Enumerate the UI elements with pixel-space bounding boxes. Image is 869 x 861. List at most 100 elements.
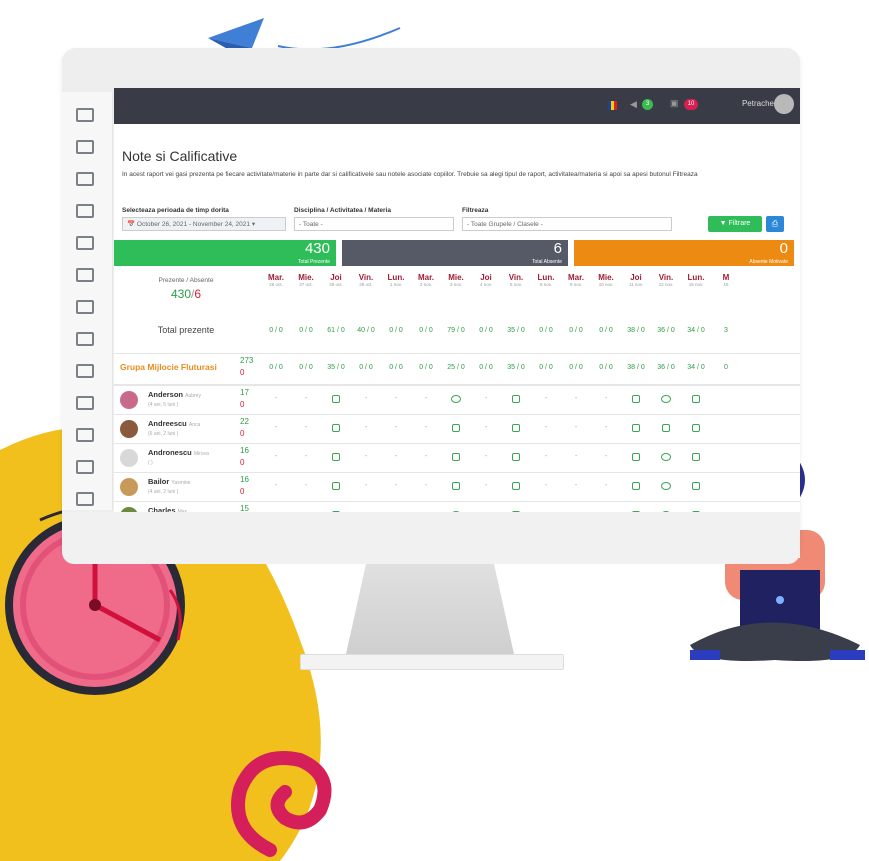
payment-card-icon[interactable] — [76, 268, 94, 282]
total-cell: 0 / 0 — [419, 327, 433, 334]
total-cell: 61 / 0 — [327, 327, 345, 334]
day-name: Vin. — [358, 273, 374, 282]
discipline-select[interactable]: - Toate - — [294, 217, 454, 231]
notification-badge[interactable]: 3 — [642, 99, 653, 110]
group-cell: 0 — [724, 364, 728, 371]
users-icon[interactable] — [76, 172, 94, 186]
grade-leaf-icon[interactable] — [622, 424, 650, 434]
grade-leaf-icon[interactable] — [322, 453, 350, 463]
total-cell: 0 / 0 — [269, 327, 283, 334]
pie-chart-icon[interactable] — [76, 396, 94, 410]
student-name[interactable]: Bailor Yasmine — [148, 477, 190, 486]
student-photo — [120, 449, 138, 467]
student-age: (4 ani, 5 luni ) — [148, 402, 179, 408]
chat-icon[interactable] — [76, 140, 94, 154]
student-absent: 0 — [240, 429, 245, 438]
report-icon[interactable] — [76, 332, 94, 346]
child-icon[interactable] — [76, 236, 94, 250]
filter-button[interactable]: ▼ Filtrare — [708, 216, 762, 232]
student-name[interactable]: Andronescu Mircea — [148, 448, 209, 457]
total-cell: 0 / 0 — [389, 327, 403, 334]
student-row[interactable]: Andronescu Mircea ( ) 16 0 - - - - - - - - - — [114, 443, 800, 473]
grade-leaf-icon[interactable] — [442, 453, 470, 463]
grade-leaf-icon[interactable] — [622, 453, 650, 463]
day-date: 3 nov. — [450, 282, 462, 287]
calendar-check-icon[interactable] — [76, 492, 94, 506]
grade-smile-icon[interactable] — [652, 453, 680, 463]
total-cell: 35 / 0 — [507, 327, 525, 334]
day-date: 27 oct. — [299, 282, 313, 287]
user-name[interactable]: Petrache — [742, 99, 774, 108]
day-header: Mie. 3 nov. — [442, 273, 470, 287]
student-row[interactable]: Andreescu Anca (6 ani, 2 luni ) 22 0 - - - - - - -… — [114, 414, 800, 444]
grade-leaf-icon[interactable] — [502, 482, 530, 492]
grade-leaf-icon[interactable] — [322, 424, 350, 434]
total-cell: 34 / 0 — [687, 327, 705, 334]
period-value: October 26, 2021 - November 24, 2021 — [136, 221, 251, 228]
grade-leaf-icon[interactable] — [442, 482, 470, 492]
stat-label: Total Prezente — [298, 259, 330, 265]
student-row[interactable]: Bailor Yasmine (4 ani, 2 luni ) 16 0 - - - - - - -… — [114, 472, 800, 502]
grade-leaf-icon[interactable] — [502, 424, 530, 434]
folder-icon[interactable] — [76, 460, 94, 474]
page-description: In acest raport vei gasi prezenta pe fie… — [122, 171, 698, 178]
grade-leaf-icon[interactable] — [652, 424, 680, 434]
empty-cell: - — [484, 482, 488, 489]
print-icon[interactable]: ⎙ — [766, 216, 784, 232]
grade-leaf-icon[interactable] — [682, 424, 710, 434]
day-date: 15 nov. — [688, 282, 704, 287]
user-avatar[interactable] — [774, 94, 794, 114]
period-picker[interactable]: 📅 October 26, 2021 - November 24, 2021 ▾ — [122, 217, 286, 231]
left-sidebar — [62, 92, 113, 510]
student-name[interactable]: Andreescu Anca — [148, 419, 200, 428]
family-icon[interactable] — [76, 204, 94, 218]
student-name[interactable]: Anderson Aubrey — [148, 390, 201, 399]
bell-icon[interactable]: ◀ — [630, 99, 637, 110]
group-select[interactable]: - Toate Grupele / Clasele - — [462, 217, 672, 231]
group-name[interactable]: Grupa Mijlocie Fluturasi — [120, 362, 217, 372]
day-date: 9 nov. — [570, 282, 582, 287]
empty-cell: - — [274, 453, 278, 460]
monitor-stand — [346, 564, 514, 654]
grade-leaf-icon[interactable] — [622, 395, 650, 405]
group-cell: 0 / 0 — [599, 364, 613, 371]
day-name: Lun. — [537, 273, 555, 282]
grade-leaf-icon[interactable] — [322, 482, 350, 492]
grade-leaf-icon[interactable] — [622, 482, 650, 492]
grade-smile-icon[interactable] — [652, 482, 680, 492]
summary-counts: 430/6 — [170, 287, 202, 301]
grade-leaf-icon[interactable] — [502, 395, 530, 405]
grade-leaf-icon[interactable] — [322, 395, 350, 405]
group-cell: 0 / 0 — [269, 364, 283, 371]
grade-leaf-icon[interactable] — [682, 482, 710, 492]
grade-smile-icon[interactable] — [652, 395, 680, 405]
grade-smile-icon[interactable] — [442, 395, 470, 405]
total-cell: 0 / 0 — [479, 327, 493, 334]
app-screen: ◀ 3 ▣ 10 Petrache Note si Calificative I… — [114, 88, 800, 558]
day-date: 1 nov. — [390, 282, 402, 287]
notes-icon[interactable] — [76, 108, 94, 122]
group-row: Grupa Mijlocie Fluturasi 273 0 0 / 0 0 / … — [114, 353, 800, 385]
stat-label: Absente Motivate — [749, 259, 788, 265]
monitor-base — [300, 654, 564, 670]
day-date: 8 nov. — [540, 282, 552, 287]
empty-cell: - — [574, 482, 578, 489]
messages-badge[interactable]: 10 — [684, 99, 698, 110]
student-absent: 0 — [240, 458, 245, 467]
grade-leaf-icon[interactable] — [682, 453, 710, 463]
period-label: Selecteaza perioada de timp dorita — [122, 207, 229, 214]
empty-cell: - — [544, 424, 548, 431]
calendar-icon[interactable] — [76, 364, 94, 378]
grade-leaf-icon[interactable] — [442, 424, 470, 434]
empty-cell: - — [484, 424, 488, 431]
list-icon[interactable] — [76, 300, 94, 314]
empty-cell: - — [394, 482, 398, 489]
graduation-cap-icon[interactable] — [76, 428, 94, 442]
grade-leaf-icon[interactable] — [502, 453, 530, 463]
lock-icon[interactable]: ▣ — [670, 98, 679, 109]
student-row[interactable]: Anderson Aubrey (4 ani, 5 luni ) 17 0 - - - - - -… — [114, 385, 800, 415]
day-header: Mie. 10 nov. — [592, 273, 620, 287]
grade-leaf-icon[interactable] — [682, 395, 710, 405]
empty-cell: - — [604, 424, 608, 431]
romania-flag-icon[interactable] — [608, 101, 617, 110]
